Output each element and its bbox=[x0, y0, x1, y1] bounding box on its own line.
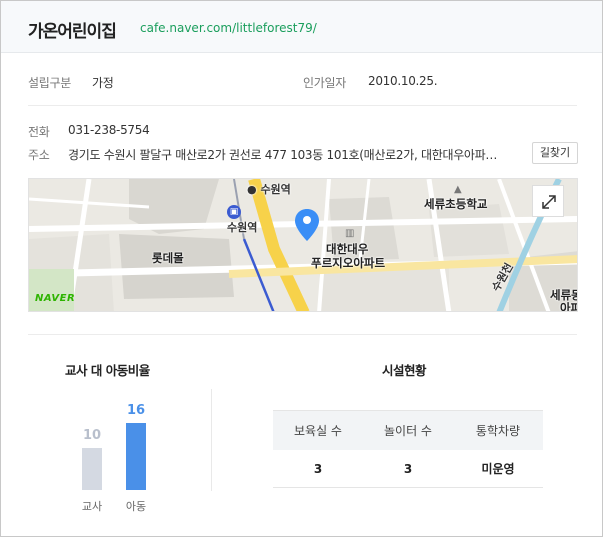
divider bbox=[28, 334, 577, 335]
apartment-icon: ▥ bbox=[345, 228, 355, 239]
expand-icon bbox=[542, 195, 556, 209]
directions-button[interactable]: 길찾기 bbox=[532, 142, 578, 164]
daycare-card: 가온어린이집 cafe.naver.com/littleforest79/ 설립… bbox=[0, 0, 603, 537]
divider bbox=[28, 105, 577, 106]
ratio-value-teacher: 10 bbox=[82, 428, 102, 443]
map-label-station-mid: 수원역 bbox=[227, 221, 258, 234]
value-rooms: 3 bbox=[313, 462, 323, 476]
vertical-divider bbox=[211, 389, 212, 491]
facility-header-row: 보육실 수 놀이터 수 통학차량 bbox=[273, 410, 543, 450]
daycare-title: 가온어린이집 bbox=[28, 22, 117, 42]
ratio-label-teacher: 교사 bbox=[81, 500, 103, 513]
map-label-school: 세류초등학교 bbox=[424, 197, 488, 211]
map-label-station-top: ● 수원역 bbox=[247, 183, 291, 196]
header-rooms: 보육실 수 bbox=[294, 424, 342, 438]
ratio-bar-child bbox=[126, 423, 146, 490]
facility-value-row: 3 3 미운영 bbox=[273, 450, 543, 488]
map-pin-icon[interactable] bbox=[295, 209, 319, 241]
map-label-seryu-2: 아파 bbox=[560, 301, 577, 312]
address-value: 경기도 수원시 팔달구 매산로2가 권선로 477 103동 101호(매산로2… bbox=[68, 148, 498, 162]
map-graphic bbox=[29, 179, 577, 311]
facility-title: 시설현황 bbox=[382, 363, 427, 378]
ratio-title: 교사 대 아동비율 bbox=[65, 363, 150, 378]
header-bus: 통학차량 bbox=[475, 424, 521, 438]
phone-label: 전화 bbox=[28, 125, 50, 139]
ratio-bar-teacher bbox=[82, 448, 102, 490]
date-label: 인가일자 bbox=[303, 76, 346, 90]
facility-table: 보육실 수 놀이터 수 통학차량 3 3 미운영 bbox=[273, 410, 543, 488]
phone-value: 031-238-5754 bbox=[68, 123, 150, 137]
address-label: 주소 bbox=[28, 148, 50, 162]
date-value: 2010.10.25. bbox=[368, 74, 438, 88]
map-label-apartment-2: 푸르지오아파트 bbox=[311, 256, 386, 270]
school-icon: ▲ bbox=[454, 184, 462, 195]
naver-logo: NAVER bbox=[35, 293, 76, 304]
map-label-lotte: 롯데몰 bbox=[152, 251, 184, 265]
type-value: 가정 bbox=[92, 76, 114, 90]
value-bus: 미운영 bbox=[481, 462, 515, 476]
card-header: 가온어린이집 cafe.naver.com/littleforest79/ bbox=[1, 1, 602, 53]
subway-icon: ▣ bbox=[227, 205, 241, 219]
header-playgrounds: 놀이터 수 bbox=[384, 424, 432, 438]
cafe-link[interactable]: cafe.naver.com/littleforest79/ bbox=[140, 21, 317, 35]
ratio-value-child: 16 bbox=[126, 403, 146, 418]
expand-map-button[interactable] bbox=[532, 185, 564, 217]
location-map[interactable]: ● 수원역 수원역 세류초등학교 롯데몰 대한대우 푸르지오아파트 수원천 세류… bbox=[28, 178, 578, 312]
ratio-label-child: 아동 bbox=[125, 500, 147, 513]
type-label: 설립구분 bbox=[28, 76, 71, 90]
value-playgrounds: 3 bbox=[403, 462, 413, 476]
